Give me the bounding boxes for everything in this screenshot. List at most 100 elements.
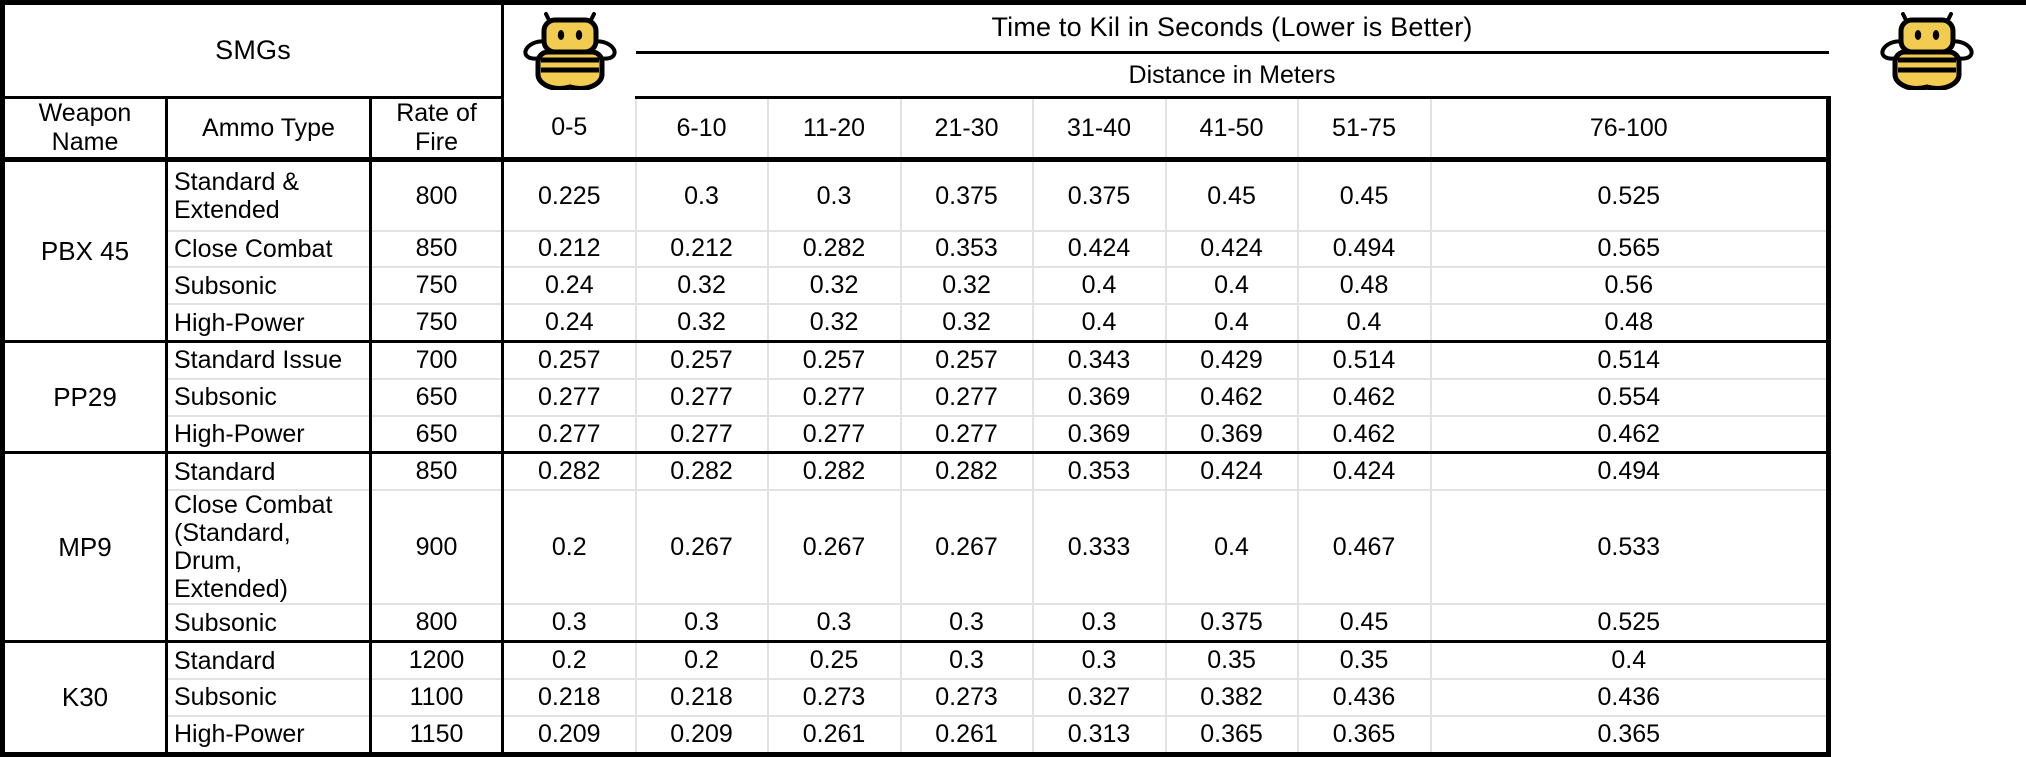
- ttk-value: 0.32: [635, 304, 769, 343]
- ttk-value: 0.3: [1032, 604, 1167, 644]
- ttk-value: 0.282: [501, 452, 637, 492]
- ttk-value: 0.3: [635, 159, 769, 232]
- ttk-value: 0.2: [501, 641, 637, 681]
- ammo-type: High-Power: [166, 304, 372, 343]
- column-header-distance-0-5: 0-5: [501, 97, 637, 163]
- ttk-value: 0.3: [900, 641, 1034, 681]
- ttk-value: 0.32: [900, 267, 1034, 306]
- ttk-value: 0.257: [900, 341, 1034, 380]
- ttk-value: 0.4: [1430, 641, 1832, 681]
- ttk-value: 0.267: [900, 490, 1034, 606]
- column-header-distance-21-30: 21-30: [900, 97, 1034, 163]
- rate-of-fire: 1100: [370, 679, 505, 717]
- ttk-value: 0.282: [635, 452, 769, 492]
- ttk-value: 0.257: [767, 341, 902, 380]
- table-row: Subsonic 650 0.277 0.277 0.277 0.277 0.3…: [3, 378, 2026, 417]
- ttk-value: 0.35: [1297, 641, 1432, 681]
- table-row: Subsonic 750 0.24 0.32 0.32 0.32 0.4 0.4…: [3, 267, 2026, 306]
- ttk-value: 0.3: [501, 604, 637, 644]
- ttk-value: 0.45: [1297, 159, 1432, 232]
- ttk-value: 0.3: [1032, 641, 1167, 681]
- ttk-value: 0.375: [1165, 604, 1299, 644]
- ttk-value: 0.533: [1430, 490, 1832, 606]
- table-row: Subsonic 800 0.3 0.3 0.3 0.3 0.3 0.375 0…: [3, 604, 2026, 644]
- weapon-name: MP9: [0, 452, 168, 644]
- table-row: Subsonic 1100 0.218 0.218 0.273 0.273 0.…: [3, 679, 2026, 717]
- ttk-value: 0.4: [1165, 304, 1299, 343]
- ttk-value: 0.375: [1032, 159, 1167, 232]
- ttk-value: 0.2: [635, 641, 769, 681]
- ttk-value: 0.3: [767, 604, 902, 644]
- weapon-name: PP29: [0, 341, 168, 455]
- ttk-value: 0.369: [1032, 378, 1167, 417]
- column-header-ammo-type: Ammo Type: [166, 97, 372, 163]
- ttk-value: 0.4: [1165, 490, 1299, 606]
- rate-of-fire: 850: [370, 230, 505, 269]
- column-header-distance-11-20: 11-20: [767, 97, 902, 163]
- ttk-value: 0.4: [1165, 267, 1299, 306]
- ttk-value: 0.282: [767, 452, 902, 492]
- table-row: PP29 Standard Issue 700 0.257 0.257 0.25…: [0, 341, 2026, 455]
- ammo-type: Standard & Extended: [166, 159, 372, 232]
- ttk-value: 0.32: [767, 304, 902, 343]
- ttk-value: 0.327: [1032, 679, 1167, 717]
- metric-subtitle: Distance in Meters: [635, 52, 1829, 100]
- ttk-value: 0.369: [1165, 415, 1299, 455]
- ttk-value: 0.56: [1430, 267, 1832, 306]
- table-row: MP9 Standard 850 0.282 0.282 0.282 0.282…: [0, 452, 2026, 644]
- ttk-value: 0.282: [900, 452, 1034, 492]
- ttk-value: 0.525: [1430, 604, 1832, 644]
- bee-icon-right-cell: [1828, 0, 2026, 98]
- ttk-value: 0.3: [635, 604, 769, 644]
- ammo-type: Subsonic: [166, 679, 372, 717]
- ttk-value: 0.257: [501, 341, 637, 380]
- ttk-value: 0.267: [635, 490, 769, 606]
- ttk-value: 0.365: [1430, 715, 1832, 757]
- ttk-value: 0.32: [767, 267, 902, 306]
- ttk-value: 0.554: [1430, 378, 1832, 417]
- ammo-type: Subsonic: [166, 604, 372, 644]
- ttk-value: 0.365: [1165, 715, 1299, 757]
- ammo-type: Subsonic: [166, 267, 372, 306]
- ttk-value: 0.494: [1297, 230, 1432, 269]
- metric-title: Time to Kil in Seconds (Lower is Better): [635, 0, 1829, 54]
- ttk-value: 0.343: [1032, 341, 1167, 380]
- ttk-value: 0.218: [501, 679, 637, 717]
- table-row: Close Combat 850 0.212 0.212 0.282 0.353…: [3, 230, 2026, 269]
- ttk-value: 0.267: [767, 490, 902, 606]
- weapon-stats-sheet: SMGs Time to Kil in Seconds (Lower is Be…: [0, 0, 2026, 757]
- ttk-value: 0.424: [1032, 230, 1167, 269]
- bee-icon: [1835, 12, 2021, 91]
- ttk-value: 0.225: [501, 159, 637, 232]
- ttk-value: 0.277: [767, 378, 902, 417]
- ttk-value: 0.375: [900, 159, 1034, 232]
- ttk-value: 0.369: [1032, 415, 1167, 455]
- ttk-value: 0.462: [1297, 415, 1432, 455]
- ttk-value: 0.261: [767, 715, 902, 757]
- bee-icon: [510, 12, 630, 91]
- column-header-rate-of-fire: Rate of Fire: [370, 97, 505, 163]
- ttk-value: 0.436: [1430, 679, 1832, 717]
- rate-of-fire: 900: [370, 490, 505, 606]
- column-header-distance-76-100: 76-100: [1430, 97, 1832, 163]
- ttk-value: 0.45: [1297, 604, 1432, 644]
- ttk-value: 0.424: [1165, 452, 1299, 492]
- ttk-value: 0.48: [1430, 304, 1832, 343]
- ttk-value: 0.277: [501, 415, 637, 455]
- table-row: Close Combat (Standard, Drum, Extended) …: [3, 490, 2026, 606]
- ttk-value: 0.333: [1032, 490, 1167, 606]
- rate-of-fire: 800: [370, 159, 505, 232]
- ttk-value: 0.467: [1297, 490, 1432, 606]
- ammo-type: Standard Issue: [166, 341, 372, 380]
- ttk-value: 0.35: [1165, 641, 1299, 681]
- rate-of-fire: 750: [370, 304, 505, 343]
- column-header-row: Weapon Name Ammo Type Rate of Fire 0-5 6…: [0, 97, 2026, 163]
- table-row: High-Power 1150 0.209 0.209 0.261 0.261 …: [3, 715, 2026, 757]
- ttk-value: 0.209: [501, 715, 637, 757]
- rate-of-fire: 750: [370, 267, 505, 306]
- ammo-type: High-Power: [166, 715, 372, 757]
- table-row: K30 Standard 1200 0.2 0.2 0.25 0.3 0.3 0…: [0, 641, 2026, 757]
- column-header-distance-41-50: 41-50: [1165, 97, 1299, 163]
- rate-of-fire: 800: [370, 604, 505, 644]
- ttk-value: 0.429: [1165, 341, 1299, 380]
